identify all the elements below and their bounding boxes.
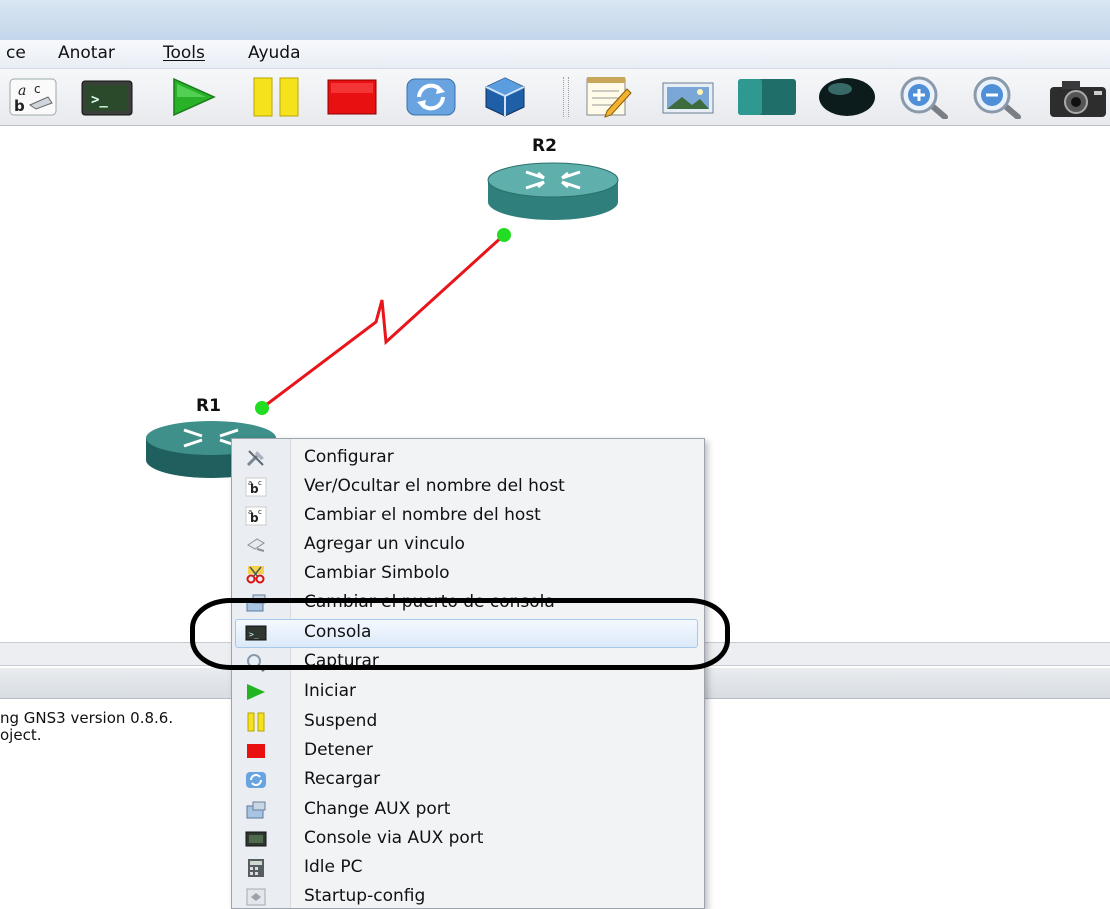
node-label-r2: R2 (532, 136, 557, 156)
wrench-icon (246, 450, 264, 467)
svg-text:>_: >_ (91, 92, 108, 108)
menu-item-ver-ocultar-host[interactable]: b ac Ver/Ocultar el nombre del host (232, 472, 702, 501)
node-context-menu: Configurar b ac Ver/Ocultar el nombre de… (231, 438, 705, 909)
menu-item-suspend[interactable]: Suspend (232, 707, 702, 736)
rectangle-icon[interactable] (736, 75, 798, 119)
window-title-bar (0, 0, 1110, 41)
calculator-icon (248, 859, 264, 877)
text-label-icon: b ac (245, 477, 267, 497)
menu-item-cambiar-host[interactable]: b ac Cambiar el nombre del host (232, 501, 702, 530)
stop-icon (247, 744, 265, 758)
menu-item-configurar[interactable]: Configurar (232, 443, 702, 472)
menu-item-change-aux-port[interactable]: Change AUX port (232, 795, 702, 824)
ellipse-icon[interactable] (816, 75, 878, 119)
menu-item-anotar[interactable]: Anotar (58, 43, 115, 63)
router-r2[interactable] (486, 162, 620, 222)
zoom-out-icon[interactable] (970, 75, 1024, 119)
reload-icon[interactable] (405, 75, 457, 119)
menu-item-recargar[interactable]: Recargar (232, 765, 702, 794)
aux-terminal-icon (245, 831, 267, 847)
svg-text:c: c (258, 508, 262, 516)
stop-icon[interactable] (325, 75, 379, 119)
svg-text:a: a (248, 479, 252, 487)
menu-item-iniciar[interactable]: Iniciar (232, 677, 702, 706)
notepad-icon[interactable] (583, 75, 633, 119)
node-label-r1: R1 (196, 396, 221, 416)
toolbar: a c b >_ (0, 69, 1110, 126)
start-icon (247, 684, 265, 700)
link-icon (247, 538, 265, 552)
port-icon (246, 801, 266, 819)
camera-icon[interactable] (1048, 75, 1108, 119)
menu-item-agregar-vinculo[interactable]: Agregar un vinculo (232, 530, 702, 559)
start-icon[interactable] (168, 75, 218, 119)
menu-item-detener[interactable]: Detener (232, 736, 702, 765)
picture-icon[interactable] (660, 75, 716, 119)
console-line: oject. (0, 726, 42, 744)
text-label-icon[interactable]: a c b (8, 75, 58, 119)
zoom-in-icon[interactable] (897, 75, 951, 119)
suspend-icon (247, 712, 265, 732)
text-label-icon: b ac (245, 506, 267, 526)
console-line: ng GNS3 version 0.8.6. (0, 709, 174, 727)
config-icon (246, 888, 266, 906)
menu-item-cambiar-simbolo[interactable]: Cambiar Simbolo (232, 559, 702, 588)
menu-item-interface[interactable]: ce (6, 43, 26, 63)
svg-text:a: a (248, 508, 252, 516)
menu-item-startup-config[interactable]: Startup-config (232, 882, 702, 908)
menu-item-tools[interactable]: Tools (163, 43, 205, 63)
link-status-r2 (497, 228, 511, 242)
virtualbox-icon[interactable] (480, 75, 530, 119)
annotation-ellipse (190, 598, 730, 670)
menu-bar: ce Anotar Tools Ayuda (0, 40, 1110, 69)
svg-text:c: c (258, 479, 262, 487)
suspend-icon[interactable] (250, 75, 302, 119)
serial-link[interactable] (261, 233, 506, 410)
menu-item-console-via-aux[interactable]: Console via AUX port (232, 824, 702, 853)
menu-item-ayuda[interactable]: Ayuda (248, 43, 301, 63)
terminal-icon[interactable]: >_ (80, 75, 134, 119)
toolbar-separator (563, 77, 569, 117)
link-status-r1 (255, 401, 269, 415)
scissors-icon (246, 566, 265, 584)
reload-icon (246, 772, 266, 788)
menu-item-idle-pc[interactable]: Idle PC (232, 853, 702, 882)
svg-text:c: c (34, 82, 41, 96)
svg-text:b: b (14, 97, 25, 115)
